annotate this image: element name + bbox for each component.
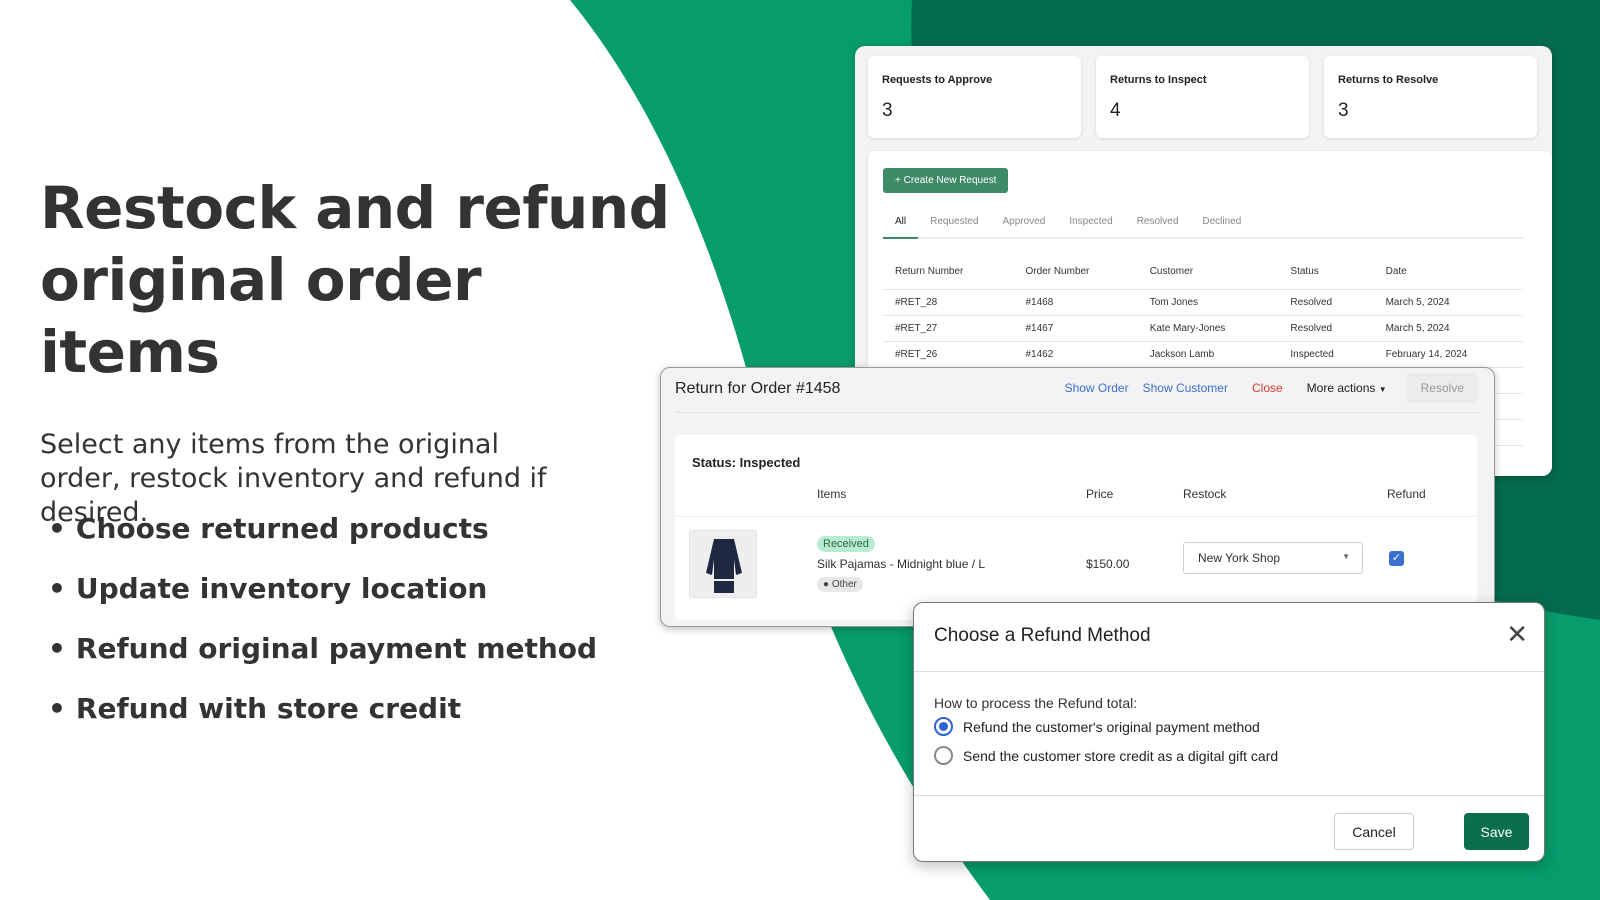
create-new-request-button[interactable]: + Create New Request: [883, 168, 1009, 193]
tab-all[interactable]: All: [883, 207, 919, 239]
stat-requests-to-approve[interactable]: Requests to Approve 3: [868, 56, 1081, 138]
radio-original-payment[interactable]: Refund the customer's original payment m…: [934, 717, 1260, 736]
item-name: Silk Pajamas - Midnight blue / L: [817, 557, 986, 571]
feature-item: • Refund with store credit: [48, 692, 462, 725]
close-icon[interactable]: ✕: [1506, 619, 1528, 649]
feature-item: • Refund original payment method: [48, 632, 598, 665]
radio-selected-icon: [934, 717, 953, 736]
cancel-button[interactable]: Cancel: [1334, 813, 1414, 850]
table-row[interactable]: #RET_27 #1467 Kate Mary-Jones Resolved March…: [883, 315, 1523, 342]
tab-approved[interactable]: Approved: [991, 207, 1058, 239]
save-button[interactable]: Save: [1464, 813, 1529, 850]
hero: Restock and refund original order items …: [40, 172, 680, 530]
close-link[interactable]: Close: [1252, 381, 1283, 395]
radio-store-credit[interactable]: Send the customer store credit as a digi…: [934, 746, 1278, 765]
received-badge: Received: [817, 536, 875, 552]
tab-requested[interactable]: Requested: [918, 207, 990, 239]
reason-badge: ● Other: [817, 577, 863, 592]
caret-down-icon: ▼: [1378, 385, 1387, 394]
feature-list: • Choose returned products • Update invent…: [48, 512, 597, 752]
product-thumbnail: [689, 530, 757, 598]
stat-returns-to-inspect[interactable]: Returns to Inspect 4: [1096, 56, 1309, 138]
dialog-question: How to process the Refund total:: [934, 695, 1138, 711]
return-status: Status: Inspected: [692, 455, 801, 470]
radio-empty-icon: [934, 746, 953, 765]
feature-item: • Choose returned products: [48, 512, 489, 545]
hero-title: Restock and refund original order items: [40, 174, 670, 386]
table-header: Return Number Order Number Customer Stat…: [883, 255, 1523, 290]
restock-location-select[interactable]: New York Shop ▼: [1183, 542, 1363, 574]
return-detail-panel: Return for Order #1458 Show Order Show C…: [660, 367, 1495, 627]
show-customer-link[interactable]: Show Customer: [1143, 381, 1228, 395]
more-actions-dropdown[interactable]: More actions ▼: [1307, 381, 1387, 395]
item-price: $150.00: [1086, 557, 1130, 571]
tab-resolved[interactable]: Resolved: [1125, 207, 1191, 239]
resolve-button[interactable]: Resolve: [1406, 373, 1478, 403]
refund-method-dialog: Choose a Refund Method ✕ How to process …: [913, 602, 1545, 862]
tab-declined[interactable]: Declined: [1190, 207, 1253, 239]
return-actions: Show Order Show Customer Close More acti…: [1051, 373, 1478, 403]
pajamas-image: [706, 539, 742, 593]
table-row[interactable]: #RET_28 #1468 Tom Jones Resolved March 5, 20…: [883, 289, 1523, 316]
caret-down-icon: ▼: [1342, 552, 1350, 561]
stat-returns-to-resolve[interactable]: Returns to Resolve 3: [1324, 56, 1537, 138]
feature-item: • Update inventory location: [48, 572, 488, 605]
divider: [675, 412, 1478, 413]
status-tabs: All Requested Approved Inspected Resolve…: [883, 207, 1523, 239]
return-title: Return for Order #1458: [675, 380, 841, 397]
return-items-card: Status: Inspected Items Price Restock Re…: [675, 435, 1477, 620]
table-row[interactable]: #RET_26 #1462 Jackson Lamb Inspected Februar…: [883, 341, 1523, 368]
dialog-title: Choose a Refund Method: [934, 625, 1151, 646]
tab-inspected[interactable]: Inspected: [1057, 207, 1124, 239]
refund-checkbox[interactable]: ✓: [1389, 551, 1404, 566]
show-order-link[interactable]: Show Order: [1065, 381, 1129, 395]
